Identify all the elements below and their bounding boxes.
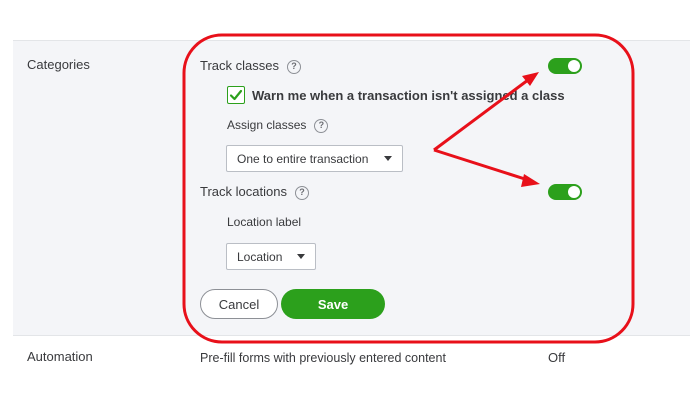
help-circle-icon[interactable]: ? — [286, 59, 301, 74]
track-locations-row: Track locations? — [200, 184, 309, 200]
categories-section-label: Categories — [27, 57, 90, 72]
help-circle-icon[interactable]: ? — [314, 118, 329, 133]
save-button[interactable]: Save — [281, 289, 385, 319]
assign-classes-select[interactable]: One to entire transaction — [226, 145, 403, 172]
toggle-knob — [568, 186, 580, 198]
assign-classes-value: One to entire transaction — [237, 151, 369, 166]
chevron-down-icon — [297, 254, 305, 259]
warn-checkbox-label: Warn me when a transaction isn't assigne… — [252, 88, 565, 103]
track-locations-toggle[interactable] — [548, 184, 582, 200]
location-label-select[interactable]: Location — [226, 243, 316, 270]
automation-section-label: Automation — [27, 349, 93, 364]
location-label-value: Location — [237, 249, 283, 264]
chevron-down-icon — [384, 156, 392, 161]
track-classes-toggle[interactable] — [548, 58, 582, 74]
track-classes-row: Track classes? — [200, 58, 301, 74]
track-locations-label: Track locations — [200, 184, 287, 199]
assign-classes-row: Assign classes? — [227, 118, 329, 133]
help-circle-icon[interactable]: ? — [294, 185, 309, 200]
track-classes-label: Track classes — [200, 58, 279, 73]
checkmark-icon — [229, 89, 243, 101]
toggle-knob — [568, 60, 580, 72]
location-label-label: Location label — [227, 215, 302, 229]
cancel-button[interactable]: Cancel — [200, 289, 278, 319]
warn-checkbox[interactable] — [227, 86, 245, 104]
assign-classes-label: Assign classes — [227, 118, 307, 132]
prefill-forms-text: Pre-fill forms with previously entered c… — [200, 351, 446, 365]
prefill-forms-value[interactable]: Off — [548, 350, 565, 365]
